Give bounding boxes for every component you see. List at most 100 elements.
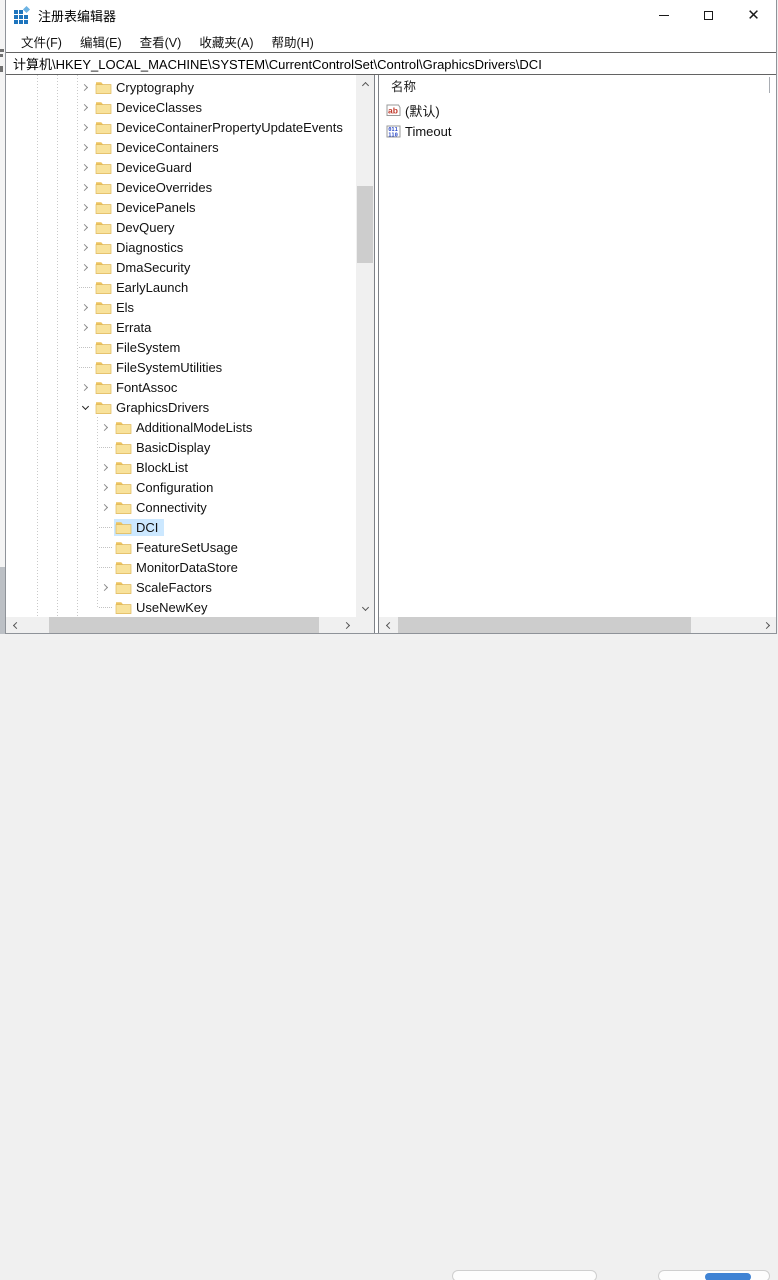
maximize-icon: [704, 11, 713, 20]
expand-chevron-icon[interactable]: [81, 243, 88, 250]
expand-chevron-icon[interactable]: [81, 263, 88, 270]
tree-guide-stub: [99, 527, 112, 528]
scroll-up-arrow-icon[interactable]: [356, 75, 374, 92]
expand-chevron-icon[interactable]: [101, 423, 108, 430]
folder-icon: [115, 500, 132, 514]
tree-hscroll-thumb[interactable]: [49, 617, 319, 633]
tree-item-label: DevQuery: [115, 220, 175, 235]
values-hscroll-thumb[interactable]: [398, 617, 691, 633]
menu-help[interactable]: 帮助(H): [262, 29, 322, 54]
menu-edit[interactable]: 编辑(E): [71, 29, 131, 54]
expand-chevron-icon[interactable]: [81, 183, 88, 190]
tree-item-Diagnostics[interactable]: Diagnostics: [6, 237, 356, 257]
tree-item-Cryptography[interactable]: Cryptography: [6, 77, 356, 97]
minimize-icon: [659, 15, 669, 16]
tree-item-label: BasicDisplay: [135, 440, 210, 455]
tree-item-DeviceContainerPropertyUpdateEvents[interactable]: DeviceContainerPropertyUpdateEvents: [6, 117, 356, 137]
minimize-button[interactable]: [641, 0, 686, 30]
menu-view[interactable]: 查看(V): [131, 29, 191, 54]
scroll-down-arrow-icon[interactable]: [356, 600, 374, 617]
folder-icon: [115, 600, 132, 614]
scroll-left-arrow-icon[interactable]: [379, 617, 396, 633]
tree-item-GraphicsDrivers[interactable]: GraphicsDrivers: [6, 397, 356, 417]
tree-item-label: FeatureSetUsage: [135, 540, 238, 555]
tree-item-label: DeviceContainerPropertyUpdateEvents: [115, 120, 343, 135]
expand-chevron-icon[interactable]: [101, 463, 108, 470]
value-row-(默认)[interactable]: ab(默认): [379, 100, 776, 121]
expand-chevron-icon[interactable]: [81, 143, 88, 150]
main-content: Cryptography DeviceClasses DeviceContainer…: [6, 75, 776, 633]
tree-item-FileSystemUtilities[interactable]: FileSystemUtilities: [6, 357, 356, 377]
close-button[interactable]: ✕: [731, 0, 776, 30]
tree-vscroll-thumb[interactable]: [357, 186, 373, 263]
tree-item-MonitorDataStore[interactable]: MonitorDataStore: [6, 557, 356, 577]
maximize-button[interactable]: [686, 0, 731, 30]
tree-item-DeviceOverrides[interactable]: DeviceOverrides: [6, 177, 356, 197]
column-header-name[interactable]: 名称: [379, 76, 416, 95]
expand-chevron-icon[interactable]: [81, 383, 88, 390]
tree-vertical-scrollbar[interactable]: [356, 75, 374, 617]
expand-chevron-icon[interactable]: [101, 483, 108, 490]
tree-item-BlockList[interactable]: BlockList: [6, 457, 356, 477]
expand-chevron-icon[interactable]: [81, 223, 88, 230]
folder-icon: [95, 360, 112, 374]
tree-item-UseNewKey[interactable]: UseNewKey: [6, 597, 356, 617]
tree-item-DeviceContainers[interactable]: DeviceContainers: [6, 137, 356, 157]
expand-chevron-icon[interactable]: [81, 83, 88, 90]
tree-item-DevQuery[interactable]: DevQuery: [6, 217, 356, 237]
title-bar: 注册表编辑器 ✕: [6, 0, 776, 30]
address-bar[interactable]: 计算机\HKEY_LOCAL_MACHINE\SYSTEM\CurrentCon…: [6, 52, 776, 75]
expand-chevron-icon[interactable]: [81, 163, 88, 170]
tree-item-DeviceClasses[interactable]: DeviceClasses: [6, 97, 356, 117]
scroll-left-arrow-icon[interactable]: [6, 617, 23, 633]
tree-horizontal-scrollbar[interactable]: [6, 617, 374, 633]
tree-item-Connectivity[interactable]: Connectivity: [6, 497, 356, 517]
tree-item-label: DeviceClasses: [115, 100, 202, 115]
folder-icon: [115, 440, 132, 454]
expand-chevron-icon[interactable]: [81, 123, 88, 130]
values-pane: 名称 ab(默认)011110Timeout: [378, 75, 776, 633]
background-window-bottom: [0, 634, 778, 640]
folder-icon: [115, 460, 132, 474]
column-divider[interactable]: [769, 77, 770, 93]
tree-item-DevicePanels[interactable]: DevicePanels: [6, 197, 356, 217]
tree-item-DmaSecurity[interactable]: DmaSecurity: [6, 257, 356, 277]
tree-item-BasicDisplay[interactable]: BasicDisplay: [6, 437, 356, 457]
tree-guide-stub: [99, 547, 112, 548]
tree-item-Els[interactable]: Els: [6, 297, 356, 317]
tree-item-Errata[interactable]: Errata: [6, 317, 356, 337]
close-icon: ✕: [747, 8, 760, 23]
values-hscroll-track[interactable]: [396, 617, 759, 633]
tree-item-Configuration[interactable]: Configuration: [6, 477, 356, 497]
expand-chevron-icon[interactable]: [81, 303, 88, 310]
tree-item-ScaleFactors[interactable]: ScaleFactors: [6, 577, 356, 597]
expand-chevron-icon[interactable]: [81, 323, 88, 330]
scroll-right-arrow-icon[interactable]: [759, 617, 776, 633]
expand-chevron-icon[interactable]: [101, 583, 108, 590]
menu-file[interactable]: 文件(F): [12, 29, 71, 54]
collapse-chevron-icon[interactable]: [82, 402, 89, 409]
scroll-right-arrow-icon[interactable]: [339, 617, 356, 633]
tree-item-FontAssoc[interactable]: FontAssoc: [6, 377, 356, 397]
tree-hscroll-track[interactable]: [23, 617, 339, 633]
folder-icon: [95, 220, 112, 234]
tree-guide-stub: [79, 287, 92, 288]
tree-item-DeviceGuard[interactable]: DeviceGuard: [6, 157, 356, 177]
tree-guide-stub: [79, 367, 92, 368]
tree-item-FileSystem[interactable]: FileSystem: [6, 337, 356, 357]
address-path[interactable]: 计算机\HKEY_LOCAL_MACHINE\SYSTEM\CurrentCon…: [6, 54, 542, 73]
values-horizontal-scrollbar[interactable]: [379, 617, 776, 633]
tree-item-FeatureSetUsage[interactable]: FeatureSetUsage: [6, 537, 356, 557]
tree-item-label: GraphicsDrivers: [115, 400, 209, 415]
menu-favorites[interactable]: 收藏夹(A): [190, 29, 262, 54]
expand-chevron-icon[interactable]: [81, 203, 88, 210]
folder-icon: [95, 80, 112, 94]
tree-item-label: ScaleFactors: [135, 580, 212, 595]
tree-item-EarlyLaunch[interactable]: EarlyLaunch: [6, 277, 356, 297]
expand-chevron-icon[interactable]: [101, 503, 108, 510]
value-row-Timeout[interactable]: 011110Timeout: [379, 121, 776, 142]
tree-item-DCI[interactable]: DCI: [6, 517, 356, 537]
string-value-icon: ab: [386, 104, 401, 117]
expand-chevron-icon[interactable]: [81, 103, 88, 110]
tree-item-AdditionalModeLists[interactable]: AdditionalModeLists: [6, 417, 356, 437]
